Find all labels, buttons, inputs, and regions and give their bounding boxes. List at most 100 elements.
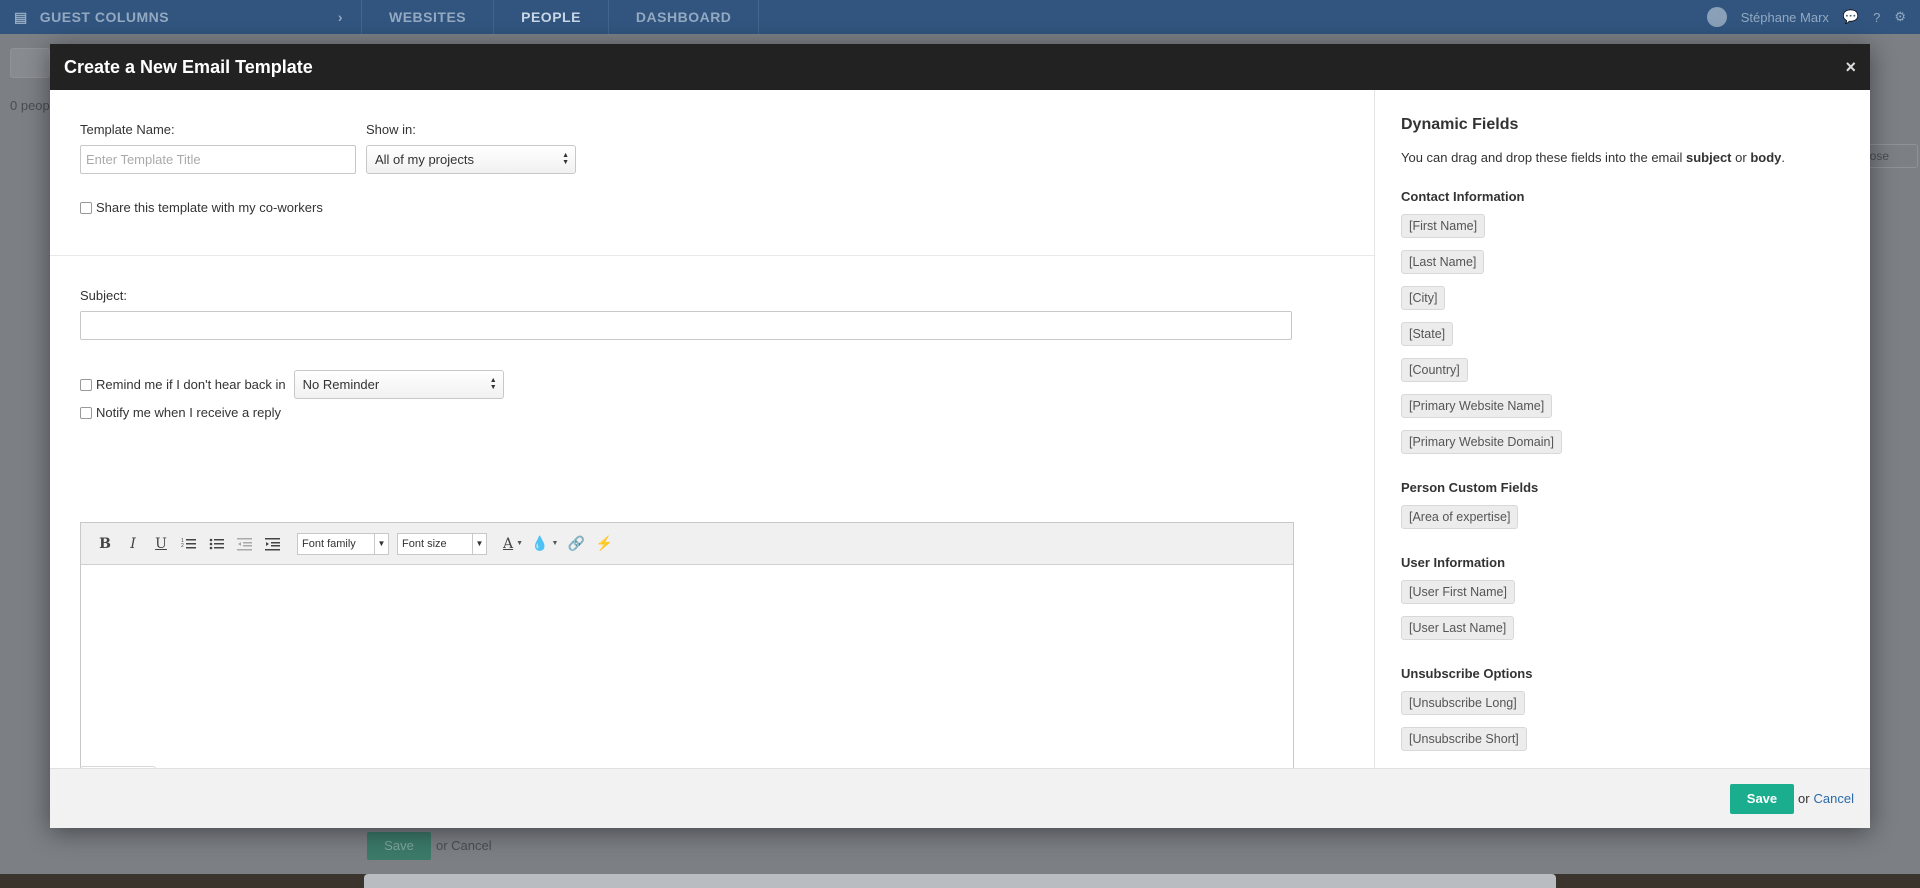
field-tag-unsubscribe-long[interactable]: [Unsubscribe Long] bbox=[1401, 691, 1525, 715]
group-title: Contact Information bbox=[1401, 189, 1525, 204]
subject-input[interactable] bbox=[80, 311, 1292, 340]
close-icon[interactable]: × bbox=[1845, 57, 1856, 78]
template-settings-section: Template Name: Show in: All of my projec… bbox=[50, 90, 1374, 256]
notify-checkbox[interactable] bbox=[80, 406, 92, 419]
notify-row: Notify me when I receive a reply bbox=[80, 405, 281, 420]
field-tag-area-of-expertise[interactable]: [Area of expertise] bbox=[1401, 505, 1519, 529]
field-tag-last-name[interactable]: [Last Name] bbox=[1401, 250, 1485, 274]
unsubscribe-group: Unsubscribe Options [Unsubscribe Long] [… bbox=[1401, 666, 1870, 763]
desc-body: body bbox=[1750, 150, 1782, 165]
outdent-icon[interactable] bbox=[231, 532, 259, 556]
font-size-select[interactable]: Font size ▼ bbox=[397, 532, 487, 555]
nav-websites[interactable]: WEBSITES bbox=[362, 0, 495, 34]
modal-header: Create a New Email Template × bbox=[50, 44, 1870, 90]
user-name[interactable]: Stéphane Marx bbox=[1741, 10, 1829, 25]
reminder-select[interactable]: No Reminder ▲ ▼ bbox=[293, 370, 504, 399]
contact-info-group: Contact Information [First Name] [Last N… bbox=[1401, 189, 1870, 466]
desc-prefix: You can drag and drop these fields into … bbox=[1401, 150, 1686, 165]
cancel-link[interactable]: Cancel bbox=[1814, 791, 1854, 806]
field-tag-city[interactable]: [City] bbox=[1401, 286, 1446, 310]
bullet-list-icon[interactable] bbox=[203, 532, 231, 556]
field-tag-user-first-name[interactable]: [User First Name] bbox=[1401, 580, 1515, 604]
reminder-value: No Reminder bbox=[302, 377, 380, 392]
field-tag-first-name[interactable]: [First Name] bbox=[1401, 214, 1486, 238]
desc-subject: subject bbox=[1686, 150, 1732, 165]
chevron-down-icon: ▼ bbox=[374, 533, 388, 554]
share-checkbox[interactable] bbox=[80, 201, 92, 214]
share-row: Share this template with my co-workers bbox=[80, 200, 323, 215]
template-name-field: Template Name: bbox=[80, 122, 356, 174]
avatar[interactable] bbox=[1706, 7, 1727, 27]
guest-columns-menu[interactable]: ▤ GUEST COLUMNS › bbox=[0, 0, 362, 34]
dynamic-fields-title: Dynamic Fields bbox=[1401, 116, 1519, 133]
share-label: Share this template with my co-workers bbox=[96, 200, 323, 215]
bg-save-button: Save bbox=[367, 832, 431, 860]
user-info-group: User Information [User First Name] [User… bbox=[1401, 555, 1870, 652]
or-text: or bbox=[1797, 791, 1810, 806]
editor-toolbar: B I U 12 Font family ▼ Font size ▼ A ▼ 💧… bbox=[81, 523, 1293, 565]
modal-title: Create a New Email Template bbox=[64, 56, 313, 77]
field-tag-state[interactable]: [State] bbox=[1401, 322, 1454, 346]
chevron-right-icon: › bbox=[337, 9, 343, 25]
person-custom-group: Person Custom Fields [Area of expertise] bbox=[1401, 480, 1870, 541]
template-name-input[interactable] bbox=[80, 145, 356, 174]
show-in-value: All of my projects bbox=[375, 152, 474, 167]
gear-icon[interactable]: ⚙ bbox=[1894, 9, 1906, 25]
numbered-list-icon[interactable]: 12 bbox=[175, 532, 203, 556]
bg-cancel-link: or Cancel bbox=[436, 838, 492, 853]
background-color-button[interactable]: 💧 ▼ bbox=[527, 532, 562, 556]
select-arrows-icon: ▲ ▼ bbox=[562, 152, 569, 166]
lightning-icon[interactable]: ⚡ bbox=[590, 532, 618, 556]
text-color-icon: A bbox=[503, 535, 514, 552]
text-color-button[interactable]: A ▼ bbox=[499, 532, 527, 556]
dock bbox=[364, 874, 1556, 888]
field-tag-country[interactable]: [Country] bbox=[1401, 358, 1468, 382]
remind-checkbox[interactable] bbox=[80, 378, 92, 391]
dynamic-fields-panel: Dynamic Fields You can drag and drop the… bbox=[1374, 90, 1870, 768]
select-arrows-icon: ▲ ▼ bbox=[489, 377, 497, 391]
chevron-down-icon: ▼ bbox=[551, 540, 559, 547]
columns-icon: ▤ bbox=[14, 8, 28, 25]
italic-button[interactable]: I bbox=[119, 532, 147, 556]
chat-icon[interactable]: 💬 bbox=[1843, 9, 1859, 25]
email-template-modal: Create a New Email Template × Template N… bbox=[50, 44, 1870, 828]
bold-button[interactable]: B bbox=[91, 532, 119, 556]
show-in-select[interactable]: All of my projects ▲ ▼ bbox=[366, 145, 576, 174]
field-tag-website-name[interactable]: [Primary Website Name] bbox=[1401, 394, 1553, 418]
template-form: Template Name: Show in: All of my projec… bbox=[50, 90, 1374, 768]
font-family-select[interactable]: Font family ▼ bbox=[297, 532, 389, 555]
app-topbar: ▤ GUEST COLUMNS › WEBSITES PEOPLE DASHBO… bbox=[0, 0, 1920, 34]
group-title: Unsubscribe Options bbox=[1401, 666, 1533, 681]
remind-label: Remind me if I don't hear back in bbox=[96, 377, 286, 392]
font-size-label: Font size bbox=[402, 537, 447, 550]
remind-row: Remind me if I don't hear back in No Rem… bbox=[80, 370, 504, 399]
subject-label: Subject: bbox=[80, 288, 127, 303]
editor-body[interactable] bbox=[81, 565, 1293, 768]
dynamic-fields-description: You can drag and drop these fields into … bbox=[1401, 150, 1870, 165]
link-icon[interactable]: 🔗 bbox=[562, 532, 590, 556]
template-name-label: Template Name: bbox=[80, 122, 175, 137]
group-title: User Information bbox=[1401, 555, 1506, 570]
bg-people-count: 0 peop bbox=[10, 98, 50, 113]
font-family-label: Font family bbox=[302, 537, 356, 550]
desc-end: . bbox=[1781, 150, 1785, 165]
desc-or: or bbox=[1731, 150, 1751, 165]
nav-dashboard[interactable]: DASHBOARD bbox=[609, 0, 760, 34]
guest-columns-label: GUEST COLUMNS bbox=[39, 9, 170, 25]
indent-icon[interactable] bbox=[259, 532, 287, 556]
user-area: Stéphane Marx 💬 ? ⚙ bbox=[1706, 7, 1920, 27]
group-title: Person Custom Fields bbox=[1401, 480, 1539, 495]
rich-text-editor: B I U 12 Font family ▼ Font size ▼ A ▼ 💧… bbox=[80, 522, 1294, 768]
field-tag-website-domain[interactable]: [Primary Website Domain] bbox=[1401, 430, 1562, 454]
notify-label: Notify me when I receive a reply bbox=[96, 405, 281, 420]
field-tag-user-last-name[interactable]: [User Last Name] bbox=[1401, 616, 1515, 640]
show-in-label: Show in: bbox=[366, 122, 416, 137]
modal-footer: Save or Cancel bbox=[50, 768, 1870, 828]
nav-people[interactable]: PEOPLE bbox=[494, 0, 609, 34]
help-icon[interactable]: ? bbox=[1873, 10, 1880, 25]
field-tag-unsubscribe-short[interactable]: [Unsubscribe Short] bbox=[1401, 727, 1527, 751]
save-button[interactable]: Save bbox=[1729, 783, 1794, 814]
bg-search-input bbox=[10, 48, 50, 78]
underline-button[interactable]: U bbox=[147, 532, 175, 556]
fill-color-icon: 💧 bbox=[531, 535, 549, 551]
